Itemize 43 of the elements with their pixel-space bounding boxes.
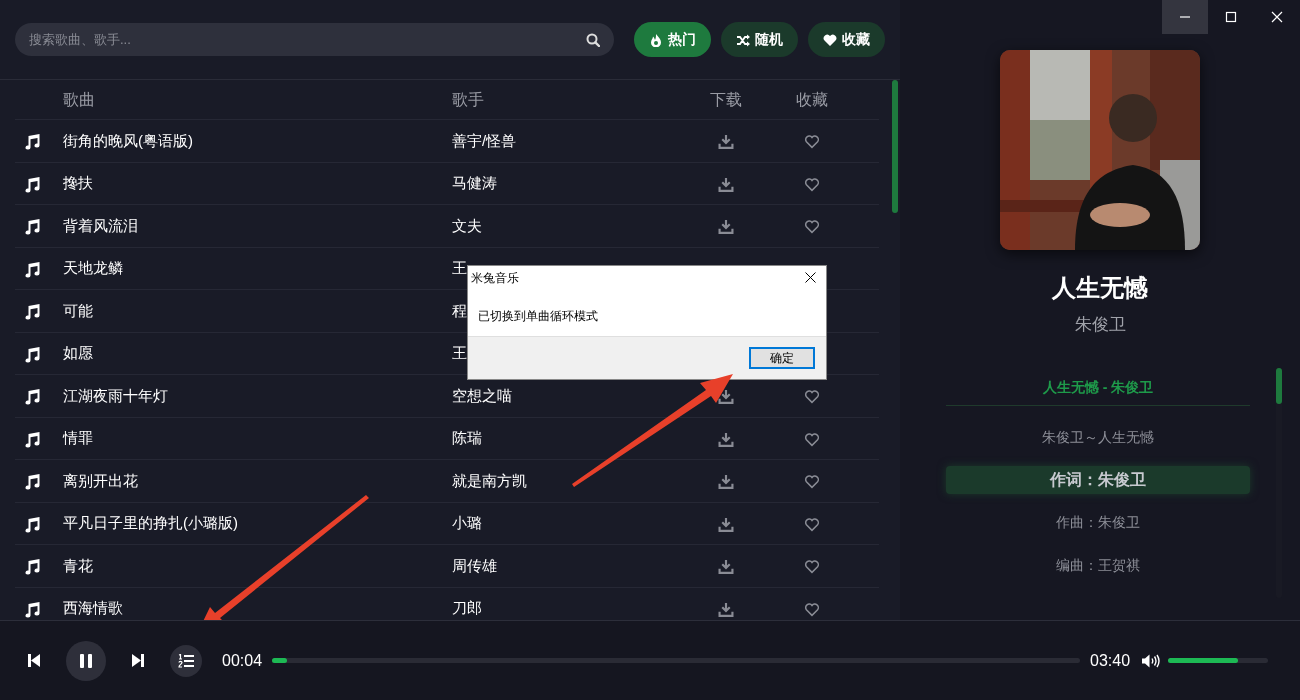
filter-button[interactable]: 收藏 [808,22,885,57]
song-title[interactable]: 可能 [63,301,93,319]
singer-name: 周传雄 [452,556,497,574]
singer-name: 文夫 [452,216,482,234]
column-header: 下载 [710,89,742,110]
column-header: 收藏 [796,89,828,110]
singer-name: 王 [452,344,467,361]
filter-button[interactable]: 热门 [634,22,711,57]
lyric-line: 作曲：朱俊卫 [1055,512,1141,532]
song-title[interactable]: 情罪 [63,429,93,446]
column-header: 歌手 [452,89,485,110]
song-title[interactable]: 青花 [63,556,93,574]
ok-button[interactable]: 确定 [749,347,815,369]
search-field[interactable]: 搜索歌曲、歌手... [15,23,614,56]
lyric-line: 朱俊卫～人生无憾 [1041,427,1155,447]
column-header: 歌曲 [63,89,96,110]
song-title[interactable]: 江湖夜雨十年灯 [63,386,168,404]
singer-name: 陈瑞 [452,429,482,446]
singer-name: 马健涛 [452,174,497,191]
dialog-title: 米兔音乐 [471,269,519,287]
singer-name: 小璐 [452,514,482,531]
song-title[interactable]: 背着风流泪 [63,216,138,234]
song-title[interactable]: 如愿 [63,344,93,361]
total-time: 03:40 [1090,650,1131,671]
song-title[interactable]: 西海情歌 [63,599,123,616]
song-title[interactable]: 平凡日子里的挣扎(小璐版) [63,514,238,531]
dialog-message: 已切换到单曲循环模式 [478,309,598,323]
singer-name: 刀郎 [452,599,482,616]
song-title[interactable]: 街角的晚风(粤语版) [63,131,193,149]
song-title[interactable]: 天地龙鳞 [63,259,123,276]
elapsed-time: 00:04 [222,650,263,671]
artist-name: 朱俊卫 [1074,314,1126,336]
lyrics-heading: 人生无憾 - 朱俊卫 [946,367,1250,406]
song-title[interactable]: 搀扶 [63,174,93,191]
singer-name: 就是南方凯 [452,471,527,489]
singer-name: 空想之喵 [452,386,512,404]
lyric-line: 编曲：王贺祺 [1055,555,1141,575]
filter-button[interactable]: 随机 [721,22,798,57]
singer-name: 王 [452,259,467,276]
song-title[interactable]: 离别开出花 [63,471,138,489]
song-title: 人生无憾 [1052,273,1148,303]
singer-name: 程 [452,301,467,319]
singer-name: 善宇/怪兽 [452,131,517,149]
